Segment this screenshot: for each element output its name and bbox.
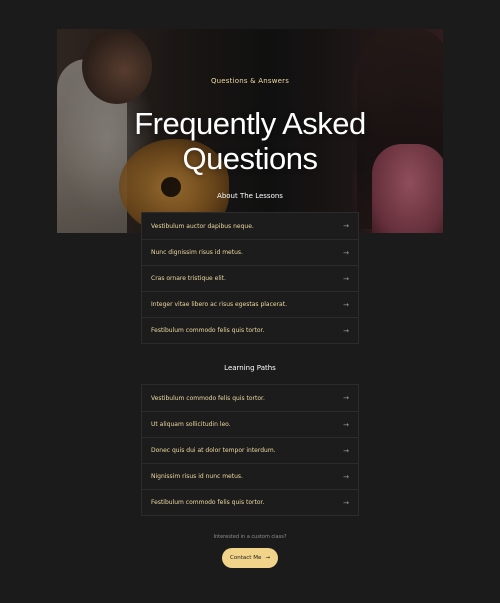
faq-question: Vestibulum commodo felis quis tortor.	[151, 394, 265, 402]
arrow-right-icon: →	[343, 274, 349, 283]
faq-question: Vestibulum auctor dapibus neque.	[151, 222, 254, 230]
faq-item[interactable]: Donec quis dui at dolor tempor interdum.…	[142, 437, 358, 463]
arrow-right-icon: →	[265, 555, 270, 561]
faq-item[interactable]: Festibulum commodo felis quis tortor. →	[142, 489, 358, 515]
arrow-right-icon: →	[343, 222, 349, 230]
contact-button-label: Contact Me	[230, 555, 262, 561]
section-title-lessons: About The Lessons	[217, 192, 283, 200]
cta-prompt: Interested in a custom class?	[213, 534, 287, 540]
faq-item[interactable]: Vestibulum auctor dapibus neque. →	[142, 213, 358, 239]
section-title-paths: Learning Paths	[224, 364, 276, 372]
hero-eyebrow: Questions & Answers	[210, 77, 290, 85]
faq-item[interactable]: Festibulum commodo felis quis tortor. →	[142, 317, 358, 343]
faq-question: Ut aliquam sollicitudin leo.	[151, 421, 231, 428]
page-title-line-1: Frequently Asked	[134, 106, 366, 141]
faq-item[interactable]: Cras ornare tristique elit. →	[142, 265, 358, 291]
arrow-right-icon: →	[343, 472, 349, 481]
page-title: Frequently Asked Questions	[0, 106, 500, 176]
arrow-right-icon: →	[343, 326, 349, 335]
page-title-line-2: Questions	[182, 141, 318, 176]
faq-item[interactable]: Nunc dignissim risus id metus. →	[142, 239, 358, 265]
arrow-right-icon: →	[343, 498, 349, 507]
arrow-right-icon: →	[343, 248, 349, 257]
contact-button[interactable]: Contact Me →	[222, 548, 278, 568]
arrow-right-icon: →	[343, 446, 349, 455]
faq-list-paths: Vestibulum commodo felis quis tortor. → U…	[141, 384, 359, 516]
faq-item[interactable]: Ut aliquam sollicitudin leo. →	[142, 411, 358, 437]
arrow-right-icon: →	[343, 300, 349, 309]
faq-question: Donec quis dui at dolor tempor interdum.	[151, 447, 276, 454]
faq-item[interactable]: Integer vitae libero ac risus egestas pl…	[142, 291, 358, 317]
faq-list-lessons: Vestibulum auctor dapibus neque. → Nunc d…	[141, 212, 359, 344]
faq-question: Integer vitae libero ac risus egestas pl…	[151, 301, 287, 308]
faq-question: Nignissim risus id nunc metus.	[151, 473, 243, 480]
arrow-right-icon: →	[343, 394, 349, 402]
faq-item[interactable]: Vestibulum commodo felis quis tortor. →	[142, 385, 358, 411]
faq-question: Festibulum commodo felis quis tortor.	[151, 327, 265, 334]
faq-question: Nunc dignissim risus id metus.	[151, 249, 243, 256]
faq-question: Cras ornare tristique elit.	[151, 275, 226, 282]
faq-question: Festibulum commodo felis quis tortor.	[151, 499, 265, 506]
faq-item[interactable]: Nignissim risus id nunc metus. →	[142, 463, 358, 489]
arrow-right-icon: →	[343, 420, 349, 429]
